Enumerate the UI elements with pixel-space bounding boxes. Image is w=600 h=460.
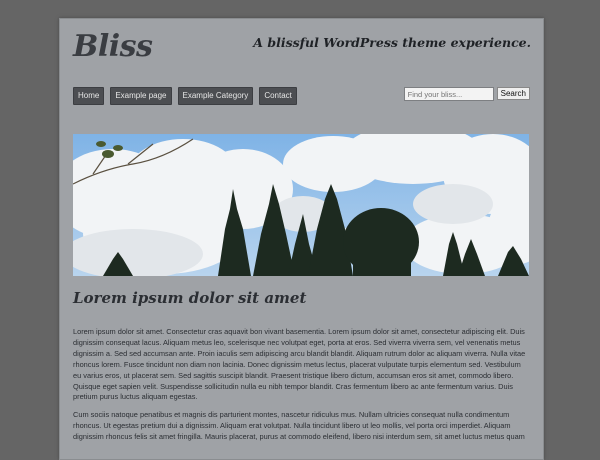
- nav-item-home[interactable]: Home: [73, 87, 105, 105]
- search-form: Search: [403, 87, 530, 101]
- header-image: [73, 134, 529, 276]
- nav-item-contact[interactable]: Contact: [259, 87, 297, 105]
- search-button[interactable]: Search: [496, 87, 530, 100]
- site-tagline: A blissful WordPress theme experience.: [253, 35, 531, 50]
- post-body: Lorem ipsum dolor sit amet. Consectetur …: [73, 327, 529, 450]
- post-title[interactable]: Lorem ipsum dolor sit amet: [73, 289, 306, 307]
- search-input[interactable]: [403, 87, 494, 101]
- site-title[interactable]: Bliss: [73, 29, 153, 64]
- nav-item-example-page[interactable]: Example page: [110, 87, 172, 105]
- post-paragraph: Lorem ipsum dolor sit amet. Consectetur …: [73, 327, 526, 402]
- post-paragraph: Cum sociis natoque penatibus et magnis d…: [73, 410, 525, 442]
- page-container: Bliss A blissful WordPress theme experie…: [59, 18, 544, 460]
- main-nav: Home Example page Example Category Conta…: [73, 87, 297, 105]
- sky-trees-photo-icon: [73, 134, 529, 276]
- nav-item-example-category[interactable]: Example Category: [177, 87, 254, 105]
